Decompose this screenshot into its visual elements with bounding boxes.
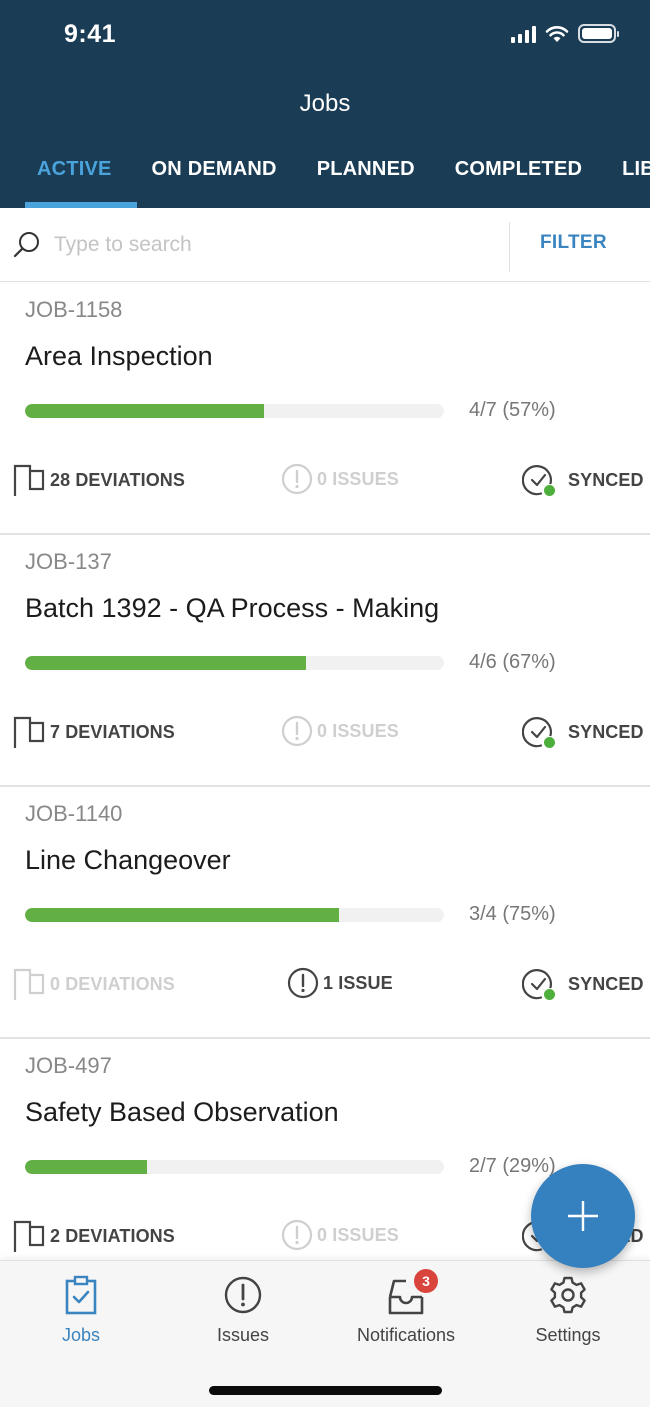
progress-text: 4/7 (57%): [469, 399, 556, 421]
page-title: Jobs: [299, 90, 351, 117]
progress-bar: [25, 908, 444, 922]
exclamation-circle-icon: [287, 967, 319, 999]
issues-count: 0 ISSUES: [317, 468, 399, 489]
job-meta: 0 DEVIATIONS 1 ISSUE SYNCED: [0, 967, 650, 1003]
tab-active[interactable]: ACTIVE: [0, 152, 137, 208]
progress-fill: [25, 656, 306, 670]
job-title: Line Changeover: [25, 845, 231, 875]
tab-completed[interactable]: COMPLETED: [435, 152, 602, 208]
job-card[interactable]: JOB-1158 Area Inspection 4/7 (57%) 28 DE…: [0, 283, 650, 535]
synced-dot: [543, 988, 556, 1001]
job-id: JOB-137: [25, 549, 112, 574]
gear-icon: [550, 1276, 586, 1314]
issues-count: 0 ISSUES: [317, 1224, 399, 1245]
notification-badge: 3: [414, 1269, 438, 1293]
synced-dot: [543, 736, 556, 749]
search-divider: [509, 222, 510, 272]
issues-count: 1 ISSUE: [323, 972, 393, 993]
sync-label: SYNCED: [568, 721, 644, 742]
job-id: JOB-1140: [25, 801, 123, 826]
progress-fill: [25, 1160, 147, 1174]
tab-library[interactable]: LIBRARY: [602, 152, 650, 208]
exclamation-circle-icon: [281, 463, 313, 495]
job-tabs: ACTIVE ON DEMAND PLANNED COMPLETED LIBRA…: [0, 152, 650, 208]
job-meta: 7 DEVIATIONS 0 ISSUES SYNCED: [0, 715, 650, 751]
deviations-indicator[interactable]: 2 DEVIATIONS: [12, 1219, 175, 1253]
issues-indicator[interactable]: 0 ISSUES: [281, 715, 399, 747]
nav-settings-label: Settings: [535, 1325, 601, 1345]
exclamation-circle-icon: [281, 1219, 313, 1251]
sync-status: SYNCED: [521, 967, 644, 1001]
search-bar: FILTER: [0, 208, 650, 282]
deviations-indicator[interactable]: 7 DEVIATIONS: [12, 715, 175, 749]
progress-bar: [25, 404, 444, 418]
filter-button[interactable]: FILTER: [540, 232, 607, 254]
job-card[interactable]: JOB-1140 Line Changeover 3/4 (75%) 0 DEV…: [0, 787, 650, 1039]
sync-status: SYNCED: [521, 463, 644, 497]
nav-issues-label: Issues: [216, 1325, 270, 1345]
nav-notifications[interactable]: 3 Notifications: [336, 1269, 476, 1346]
wifi-icon: [545, 25, 569, 42]
search-icon: [13, 232, 39, 258]
bottom-nav: Jobs Issues 3 Notifications Settings: [0, 1260, 650, 1407]
synced-dot: [543, 484, 556, 497]
job-title: Area Inspection: [25, 341, 213, 371]
flag-icon: [13, 968, 45, 1000]
home-indicator: [209, 1386, 442, 1395]
app-header: 9:41 Jobs ACTIVE ON DEMAND PLANNED COMPL…: [0, 0, 650, 208]
progress-text: 3/4 (75%): [469, 903, 556, 925]
exclamation-circle-icon: [224, 1276, 262, 1314]
sync-label: SYNCED: [568, 469, 644, 490]
deviations-count: 28 DEVIATIONS: [50, 469, 185, 490]
nav-issues[interactable]: Issues: [173, 1273, 313, 1346]
sync-label: SYNCED: [568, 973, 644, 994]
cellular-signal-icon: [511, 25, 536, 43]
job-meta: 28 DEVIATIONS 0 ISSUES SYNCED: [0, 463, 650, 499]
nav-settings[interactable]: Settings: [498, 1273, 638, 1346]
exclamation-circle-icon: [281, 715, 313, 747]
progress-text: 4/6 (67%): [469, 651, 556, 673]
battery-icon: [578, 24, 619, 43]
job-id: JOB-497: [25, 1053, 112, 1078]
status-icons: [511, 24, 619, 43]
deviations-count: 2 DEVIATIONS: [50, 1225, 175, 1246]
job-list: JOB-1158 Area Inspection 4/7 (57%) 28 DE…: [0, 283, 650, 1291]
tab-planned[interactable]: PLANNED: [297, 152, 435, 208]
progress-fill: [25, 404, 264, 418]
progress-fill: [25, 908, 340, 922]
flag-icon: [13, 1220, 45, 1252]
job-id: JOB-1158: [25, 297, 123, 322]
issues-indicator[interactable]: 1 ISSUE: [287, 967, 393, 999]
job-title: Batch 1392 - QA Process - Making: [25, 593, 440, 623]
flag-icon: [13, 716, 45, 748]
job-card[interactable]: JOB-137 Batch 1392 - QA Process - Making…: [0, 535, 650, 787]
flag-icon: [13, 464, 45, 496]
add-job-button[interactable]: [531, 1164, 635, 1268]
issues-indicator[interactable]: 0 ISSUES: [281, 463, 399, 495]
sync-status: SYNCED: [521, 715, 644, 749]
plus-icon: [568, 1201, 598, 1231]
deviations-count: 0 DEVIATIONS: [50, 973, 175, 994]
tab-on-demand[interactable]: ON DEMAND: [132, 152, 297, 208]
progress-bar: [25, 656, 444, 670]
issues-indicator[interactable]: 0 ISSUES: [281, 1219, 399, 1251]
deviations-count: 7 DEVIATIONS: [50, 721, 175, 742]
clipboard-check-icon: [65, 1275, 97, 1315]
deviations-indicator[interactable]: 28 DEVIATIONS: [12, 463, 185, 497]
search-input[interactable]: [54, 226, 494, 264]
nav-jobs[interactable]: Jobs: [11, 1273, 151, 1346]
deviations-indicator[interactable]: 0 DEVIATIONS: [12, 967, 175, 1001]
progress-text: 2/7 (29%): [469, 1155, 556, 1177]
status-time: 9:41: [64, 20, 117, 48]
nav-jobs-label: Jobs: [61, 1325, 101, 1345]
issues-count: 0 ISSUES: [317, 720, 399, 741]
progress-bar: [25, 1160, 444, 1174]
nav-notifications-label: Notifications: [356, 1325, 456, 1345]
job-title: Safety Based Observation: [25, 1097, 339, 1127]
